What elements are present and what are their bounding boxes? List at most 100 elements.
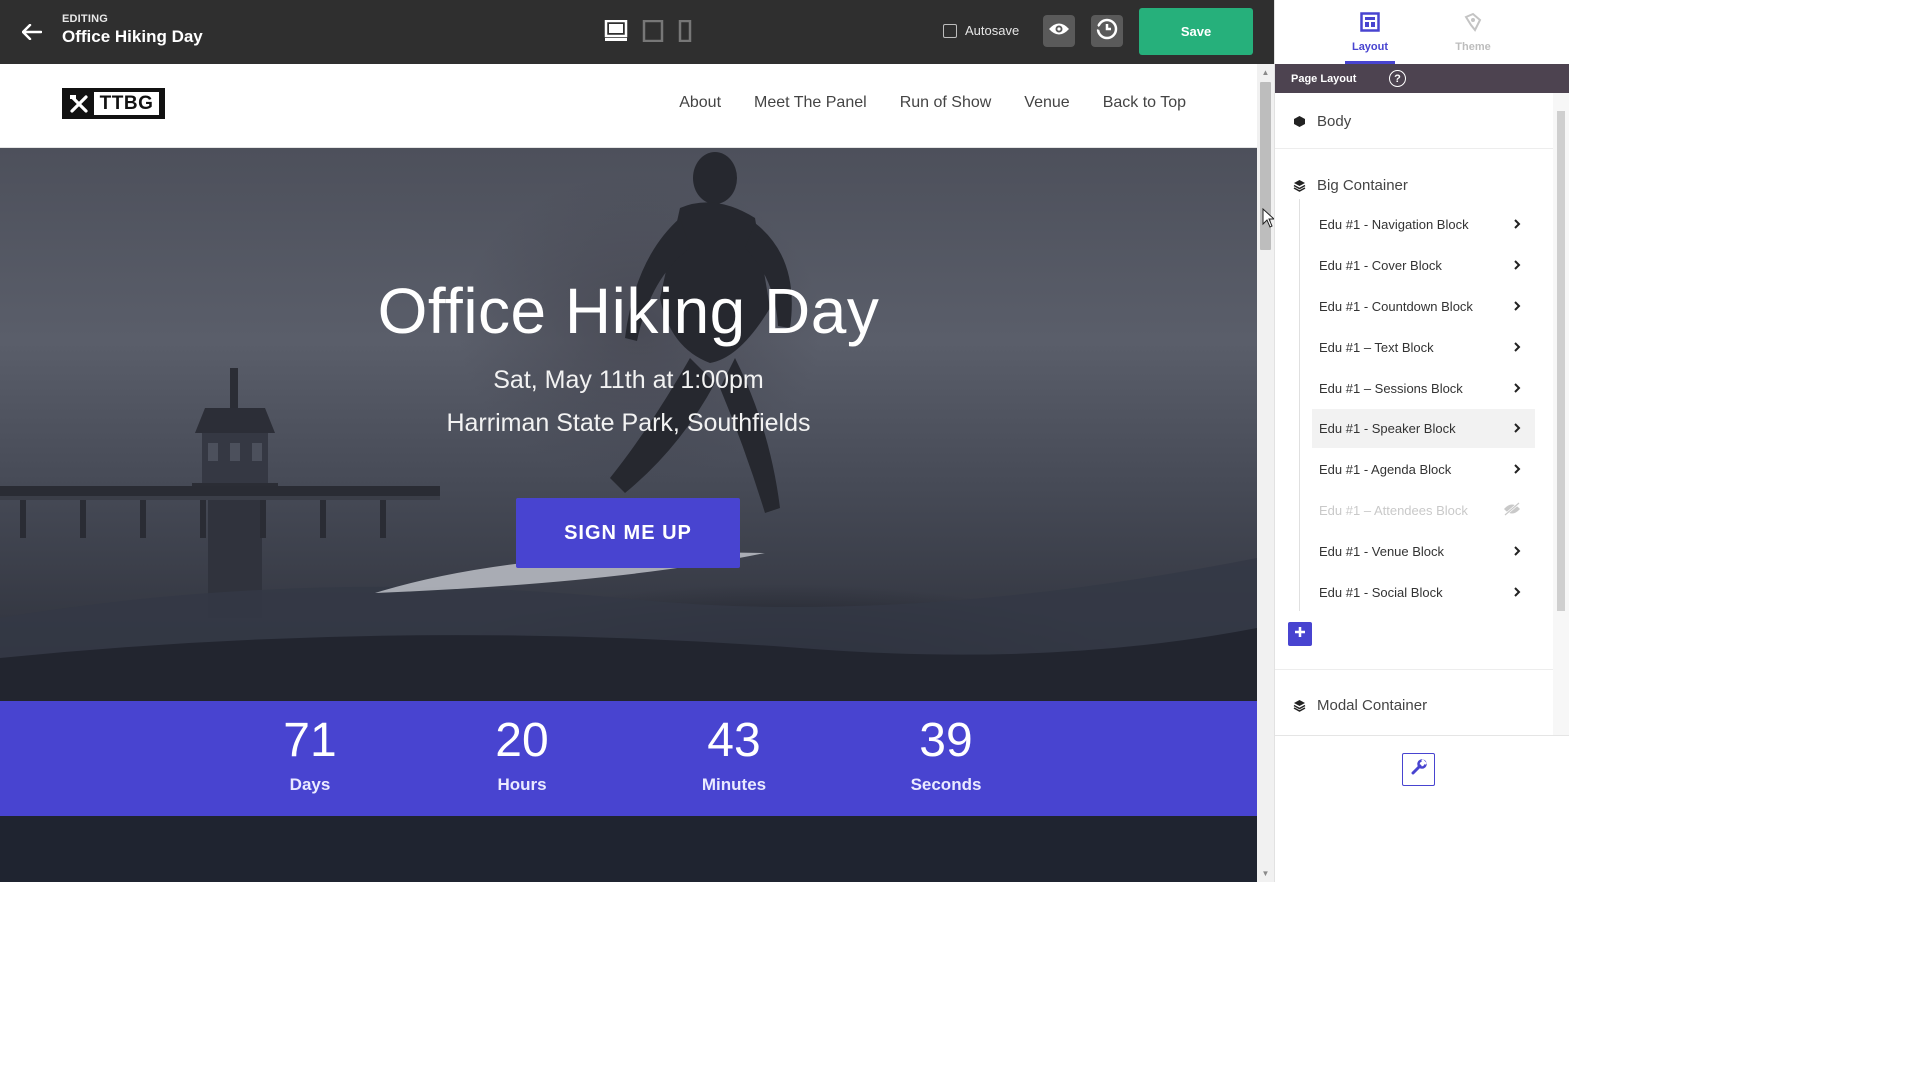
tablet-icon[interactable] [642, 20, 664, 42]
history-button[interactable] [1091, 15, 1123, 47]
layout-tree: Body Big Container Edu #1 - Navigation B… [1275, 93, 1553, 735]
add-block-button[interactable] [1288, 622, 1312, 646]
tab-theme[interactable]: Theme [1418, 0, 1528, 64]
chevron-right-icon[interactable] [1514, 544, 1521, 559]
chevron-right-icon[interactable] [1514, 258, 1521, 273]
tree-child-cover-block[interactable]: Edu #1 - Cover Block [1312, 246, 1535, 285]
tree-connector-line [1299, 199, 1300, 611]
nav-link-meet-the-panel[interactable]: Meet The Panel [754, 94, 867, 112]
scroll-up-arrow-icon[interactable]: ▲ [1261, 68, 1270, 77]
tree-divider [1275, 669, 1553, 670]
layers-icon [1292, 178, 1306, 192]
back-arrow-icon[interactable] [18, 18, 46, 46]
eye-icon [1048, 22, 1070, 41]
countdown-days: 71 Days [240, 713, 380, 795]
history-icon [1094, 17, 1119, 46]
editing-label: EDITING [62, 13, 109, 25]
countdown-value: 43 [707, 714, 761, 767]
countdown-block: 71 Days 20 Hours 43 Minutes 39 Seconds [0, 701, 1257, 816]
tree-item-modal-container[interactable]: Modal Container [1275, 685, 1553, 725]
device-switcher [604, 20, 692, 42]
tree-child-countdown-block[interactable]: Edu #1 - Countdown Block [1312, 287, 1535, 326]
hero-venue: Harriman State Park, Southfields [446, 409, 811, 437]
page-preview-canvas: TTBG About Meet The Panel Run of Show Ve… [0, 64, 1257, 882]
desktop-icon[interactable] [604, 20, 628, 42]
child-label: Edu #1 - Cover Block [1319, 258, 1442, 273]
hero-cover-block: Office Hiking Day Sat, May 11th at 1:00p… [0, 148, 1257, 701]
hero-title: Office Hiking Day [377, 275, 880, 347]
chevron-right-icon[interactable] [1514, 340, 1521, 355]
tree-divider [1275, 148, 1553, 149]
child-label: Edu #1 – Text Block [1319, 340, 1434, 355]
countdown-minutes: 43 Minutes [664, 713, 804, 795]
countdown-label: Minutes [701, 775, 767, 794]
child-label: Edu #1 - Speaker Block [1319, 421, 1456, 436]
chevron-right-icon[interactable] [1514, 299, 1521, 314]
nav-link-about[interactable]: About [679, 94, 721, 112]
save-button[interactable]: Save [1139, 8, 1253, 55]
sign-me-up-button[interactable]: SIGN ME UP [516, 498, 740, 568]
nav-link-venue[interactable]: Venue [1024, 94, 1069, 112]
panel-scrollbar[interactable] [1553, 93, 1569, 735]
panel-footer [1275, 735, 1569, 882]
tree-child-social-block[interactable]: Edu #1 - Social Block [1312, 573, 1535, 612]
child-label: Edu #1 – Sessions Block [1319, 381, 1463, 396]
tab-layout-label: Layout [1351, 40, 1389, 53]
paint-brush-icon [1463, 12, 1483, 35]
tree-child-text-block[interactable]: Edu #1 – Text Block [1312, 328, 1535, 367]
countdown-seconds: 39 Seconds [876, 713, 1016, 795]
chevron-right-icon[interactable] [1514, 462, 1521, 477]
chevron-right-icon[interactable] [1514, 381, 1521, 396]
tree-item-label: Big Container [1317, 176, 1408, 194]
tools-icon [68, 92, 90, 115]
nav-link-back-to-top[interactable]: Back to Top [1103, 94, 1186, 112]
countdown-value: 39 [919, 714, 973, 767]
tree-child-attendees-block[interactable]: Edu #1 – Attendees Block [1312, 491, 1535, 530]
next-section-band [0, 816, 1257, 882]
scroll-down-arrow-icon[interactable]: ▼ [1261, 869, 1270, 878]
countdown-value: 20 [495, 714, 549, 767]
layout-icon [1360, 11, 1380, 35]
tree-item-big-container[interactable]: Big Container [1275, 165, 1553, 205]
countdown-label: Days [289, 775, 331, 794]
child-label: Edu #1 - Social Block [1319, 585, 1443, 600]
chevron-right-icon[interactable] [1514, 217, 1521, 232]
chevron-right-icon[interactable] [1514, 421, 1521, 436]
countdown-hours: 20 Hours [452, 713, 592, 795]
tree-item-body[interactable]: Body [1275, 101, 1553, 141]
chevron-right-icon[interactable] [1514, 585, 1521, 600]
tab-theme-label: Theme [1455, 40, 1491, 53]
preview-button[interactable] [1043, 15, 1075, 47]
child-label: Edu #1 - Countdown Block [1319, 299, 1473, 314]
tree-child-speaker-block[interactable]: Edu #1 - Speaker Block [1312, 409, 1535, 448]
site-logo[interactable]: TTBG [62, 88, 165, 119]
plus-icon [1294, 625, 1306, 643]
child-label: Edu #1 - Agenda Block [1319, 462, 1452, 477]
panel-scrollbar-thumb[interactable] [1557, 111, 1565, 611]
countdown-value: 71 [283, 714, 337, 767]
tree-child-navigation-block[interactable]: Edu #1 - Navigation Block [1312, 205, 1535, 244]
hero-date: Sat, May 11th at 1:00pm [493, 366, 764, 394]
tab-layout[interactable]: Layout [1315, 0, 1425, 64]
countdown-label: Hours [497, 775, 547, 794]
canvas-scrollbar[interactable]: ▲ ▼ [1257, 64, 1274, 882]
child-label: Edu #1 – Attendees Block [1319, 503, 1468, 518]
wrench-icon [1411, 759, 1427, 780]
editor-topbar: EDITING Office Hiking Day Autosave Save [0, 0, 1274, 64]
nav-link-run-of-show[interactable]: Run of Show [900, 94, 992, 112]
page-layout-header: Page Layout ? [1275, 64, 1569, 93]
autosave-checkbox[interactable] [943, 23, 957, 38]
tree-child-sessions-block[interactable]: Edu #1 – Sessions Block [1312, 369, 1535, 408]
child-label: Edu #1 - Navigation Block [1319, 217, 1469, 232]
tree-child-venue-block[interactable]: Edu #1 - Venue Block [1312, 532, 1535, 571]
site-nav-links: About Meet The Panel Run of Show Venue B… [679, 94, 1186, 112]
eye-slash-icon[interactable] [1503, 502, 1521, 519]
page-layout-title: Page Layout [1291, 72, 1357, 85]
tree-child-agenda-block[interactable]: Edu #1 - Agenda Block [1312, 450, 1535, 489]
cube-icon [1292, 114, 1306, 128]
page-title: Office Hiking Day [62, 27, 203, 46]
mobile-icon[interactable] [678, 20, 692, 42]
help-icon[interactable]: ? [1389, 70, 1406, 87]
settings-button[interactable] [1402, 753, 1435, 786]
autosave-toggle[interactable]: Autosave [943, 23, 1019, 38]
